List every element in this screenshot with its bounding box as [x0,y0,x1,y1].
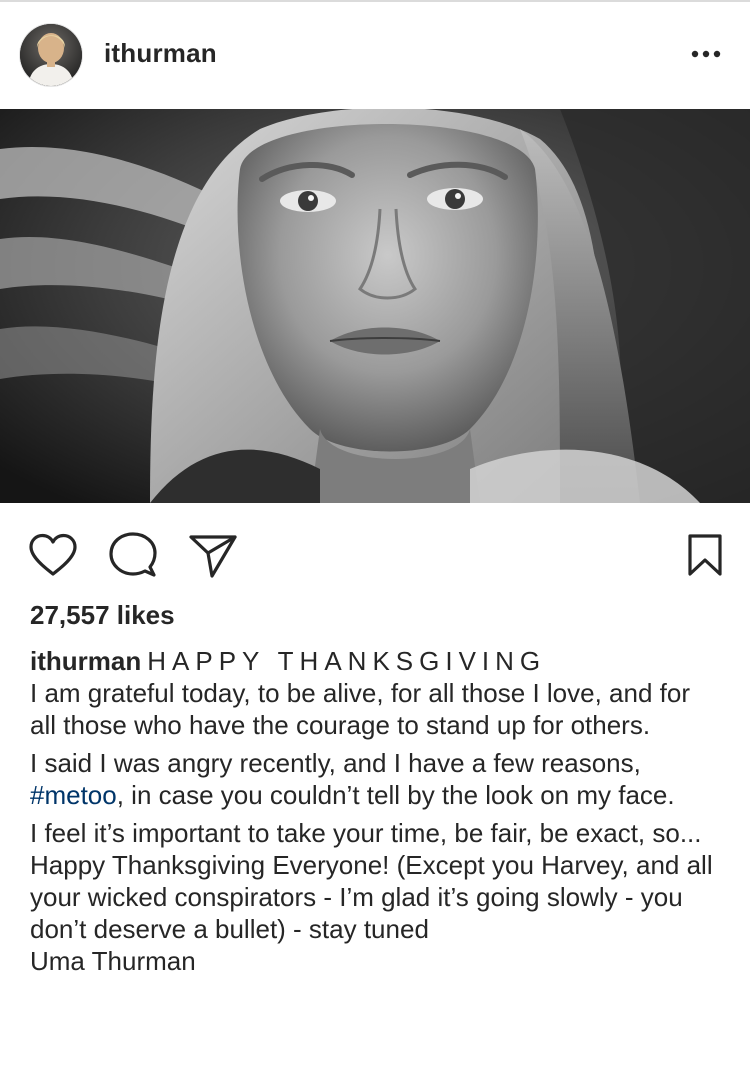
caption-heading-line: ithurman HAPPY THANKSGIVING [30,645,720,677]
heart-icon [29,533,77,576]
post-header: ithurman [0,2,750,108]
caption-heading: HAPPY THANKSGIVING [147,646,547,676]
hashtag-link[interactable]: #metoo [30,780,117,810]
comment-button[interactable] [108,531,158,584]
avatar[interactable] [20,24,82,86]
caption-paragraph-2-end: , in case you couldn’t tell by the look … [116,780,675,810]
username[interactable]: ithurman [104,38,217,69]
post-caption: ithurman HAPPY THANKSGIVING I am grateful… [30,645,720,977]
ellipsis-icon [691,50,721,58]
more-options-button[interactable] [688,42,724,66]
caption-paragraph-1: I am grateful today, to be alive, for al… [30,678,690,740]
save-button[interactable] [686,533,724,582]
post-image[interactable] [0,109,750,503]
paper-plane-icon [189,535,237,578]
like-button[interactable] [28,533,78,582]
caption-paragraph-2-start: I said I was angry recently, and I have … [30,748,641,778]
avatar-image [20,24,82,86]
comment-bubble-icon [109,532,157,577]
caption-signature: Uma Thurman [30,946,196,976]
caption-username[interactable]: ithurman [30,646,141,676]
caption-paragraph-3: I feel it’s important to take your time,… [30,818,713,944]
share-button[interactable] [188,533,238,584]
bookmark-icon [688,534,722,576]
likes-count[interactable]: 27,557 likes [30,600,175,631]
portrait-photo [0,109,750,503]
caption-paragraph-2: I said I was angry recently, and I have … [30,747,720,811]
post-actions [0,503,750,599]
